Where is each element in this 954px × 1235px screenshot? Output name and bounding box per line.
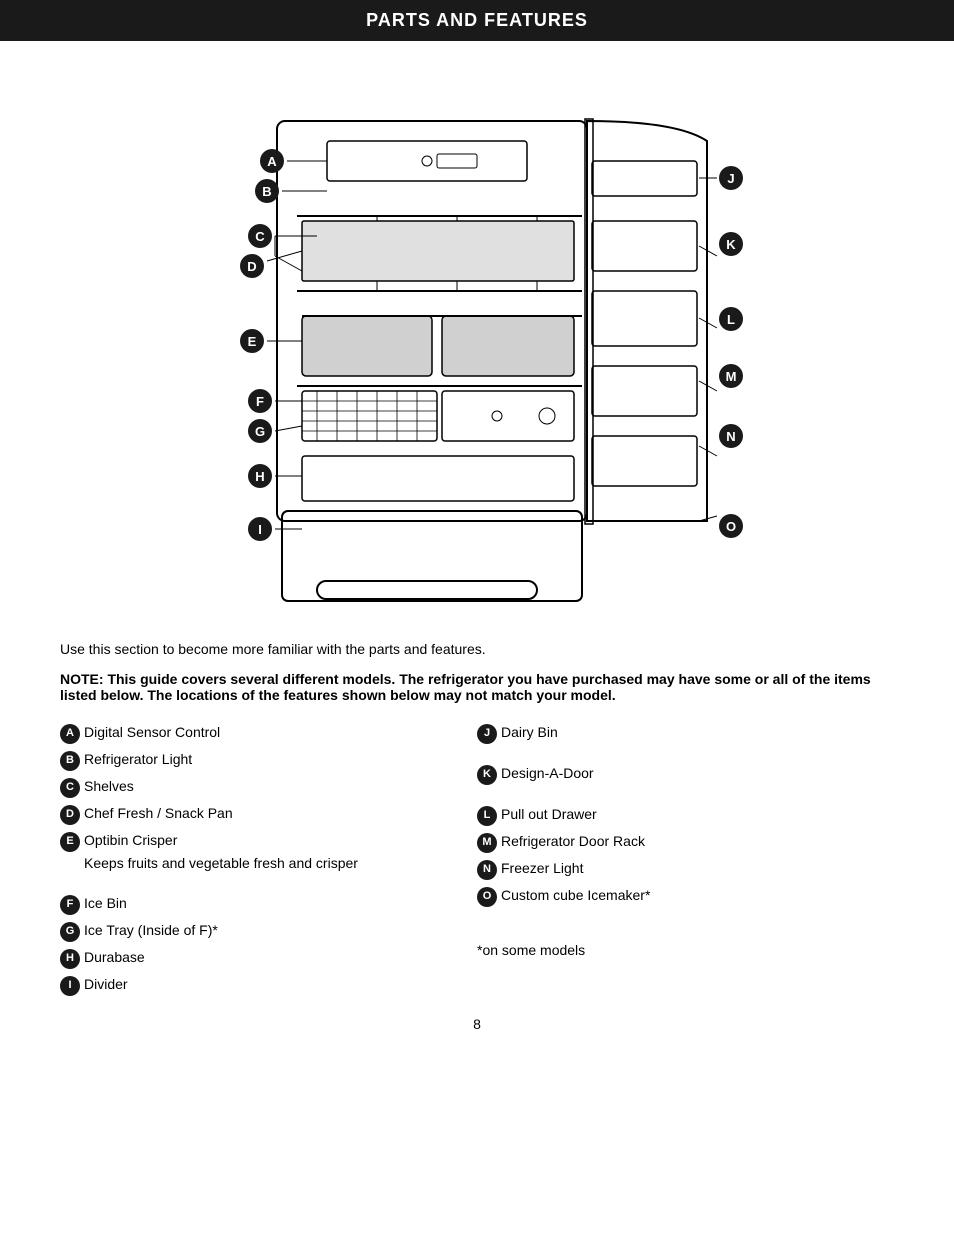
feature-g: G Ice Tray (Inside of F)* — [60, 921, 477, 942]
svg-text:G: G — [255, 424, 265, 439]
refrigerator-diagram: A B C D E F G H I — [127, 61, 827, 621]
badge-l: L — [477, 806, 497, 826]
badge-g: G — [60, 922, 80, 942]
feature-m: M Refrigerator Door Rack — [477, 832, 894, 853]
label-m: Refrigerator Door Rack — [501, 832, 894, 852]
feature-e: E Optibin Crisper — [60, 831, 477, 852]
label-d: Chef Fresh / Snack Pan — [84, 804, 477, 824]
badge-n: N — [477, 860, 497, 880]
feature-b: B Refrigerator Light — [60, 750, 477, 771]
note-text: NOTE: This guide covers several differen… — [0, 671, 954, 703]
svg-text:B: B — [262, 184, 271, 199]
feature-h: H Durabase — [60, 948, 477, 969]
badge-c: C — [60, 778, 80, 798]
label-j: Dairy Bin — [501, 723, 894, 743]
feature-a: A Digital Sensor Control — [60, 723, 477, 744]
diagram-container: A B C D E F G H I — [127, 61, 827, 621]
header-title: PARTS AND FEATURES — [366, 10, 588, 30]
badge-m: M — [477, 833, 497, 853]
label-f: Ice Bin — [84, 894, 477, 914]
label-o: Custom cube Icemaker* — [501, 886, 894, 906]
svg-text:I: I — [258, 522, 262, 537]
badge-a: A — [60, 724, 80, 744]
svg-text:M: M — [726, 369, 737, 384]
svg-text:D: D — [247, 259, 256, 274]
feature-i: I Divider — [60, 975, 477, 996]
features-left: A Digital Sensor Control B Refrigerator … — [60, 723, 477, 996]
svg-text:O: O — [726, 519, 736, 534]
intro-text: Use this section to become more familiar… — [0, 641, 954, 657]
label-a: Digital Sensor Control — [84, 723, 477, 743]
features-right: J Dairy Bin K Design-A-Door L Pull out D… — [477, 723, 894, 996]
badge-d: D — [60, 805, 80, 825]
feature-f: F Ice Bin — [60, 894, 477, 915]
svg-text:F: F — [256, 394, 264, 409]
svg-text:K: K — [726, 237, 736, 252]
svg-text:L: L — [727, 312, 735, 327]
label-l: Pull out Drawer — [501, 805, 894, 825]
features-grid: A Digital Sensor Control B Refrigerator … — [0, 723, 954, 996]
label-b: Refrigerator Light — [84, 750, 477, 770]
feature-d: D Chef Fresh / Snack Pan — [60, 804, 477, 825]
badge-f: F — [60, 895, 80, 915]
svg-text:N: N — [726, 429, 735, 444]
feature-k: K Design-A-Door — [477, 764, 894, 785]
label-e: Optibin Crisper — [84, 831, 477, 851]
feature-c: C Shelves — [60, 777, 477, 798]
svg-text:C: C — [255, 229, 265, 244]
feature-j: J Dairy Bin — [477, 723, 894, 744]
label-i: Divider — [84, 975, 477, 995]
on-models-right: *on some models — [477, 941, 894, 961]
label-n: Freezer Light — [501, 859, 894, 879]
label-e-sub: Keeps fruits and vegetable fresh and cri… — [84, 854, 477, 874]
svg-text:A: A — [267, 154, 277, 169]
feature-l: L Pull out Drawer — [477, 805, 894, 826]
label-h: Durabase — [84, 948, 477, 968]
badge-i: I — [60, 976, 80, 996]
label-c: Shelves — [84, 777, 477, 797]
feature-n: N Freezer Light — [477, 859, 894, 880]
label-k: Design-A-Door — [501, 764, 894, 784]
badge-b: B — [60, 751, 80, 771]
label-g: Ice Tray (Inside of F)* — [84, 921, 477, 941]
on-models-label: *on some models — [477, 941, 894, 961]
feature-e-sub: Keeps fruits and vegetable fresh and cri… — [84, 854, 477, 874]
badge-e: E — [60, 832, 80, 852]
svg-text:H: H — [255, 469, 264, 484]
badge-h: H — [60, 949, 80, 969]
page-number: 8 — [0, 1016, 954, 1052]
badge-k: K — [477, 765, 497, 785]
page-header: PARTS AND FEATURES — [0, 0, 954, 41]
badge-o: O — [477, 887, 497, 907]
badge-j: J — [477, 724, 497, 744]
svg-text:J: J — [727, 171, 734, 186]
feature-o: O Custom cube Icemaker* — [477, 886, 894, 907]
svg-text:E: E — [248, 334, 257, 349]
